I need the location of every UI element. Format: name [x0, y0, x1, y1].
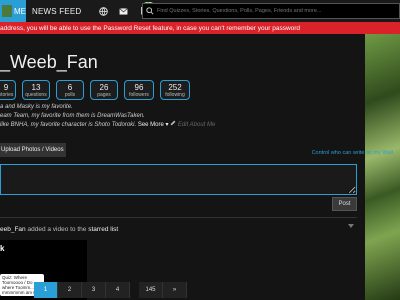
next-page-button[interactable]: » [163, 282, 187, 298]
bio-line: like BNHA, my favorite character is Shot… [0, 122, 137, 128]
activity-username[interactable]: eeb_Fan [0, 226, 26, 233]
stat-followers[interactable]: 96 followers [124, 80, 154, 100]
upload-label: Upload Photos / Videos [1, 147, 64, 153]
post-button[interactable]: Post [332, 197, 357, 211]
top-navbar: ME NEWS FEED 10 [0, 0, 400, 22]
page-3[interactable]: 3 [82, 282, 106, 298]
stat-number: 96 [134, 82, 144, 92]
activity-text: added a video to the [27, 226, 87, 233]
bio-line: a and Masky is my favorite. [0, 104, 73, 110]
stat-stories[interactable]: 9 stories [0, 80, 16, 100]
divider [0, 217, 357, 218]
wall-permissions-link[interactable]: Control who can write on my Wall [312, 150, 393, 156]
stat-number: 6 [67, 82, 73, 92]
profile-stats: 9 stories 13 questions 6 polls 26 pages … [0, 80, 190, 100]
user-avatar [2, 5, 12, 17]
edit-about-link[interactable]: Edit About Me [178, 122, 215, 128]
stat-number: 9 [3, 82, 9, 92]
stat-label: questions [25, 91, 47, 98]
cover-photo-strip [365, 34, 400, 300]
page-2[interactable]: 2 [58, 282, 82, 298]
chevron-down-icon[interactable] [348, 224, 354, 230]
wall-post-input[interactable] [0, 164, 357, 195]
alert-text: address, you will be able to use the Pas… [0, 24, 301, 32]
stat-questions[interactable]: 13 questions [22, 80, 50, 100]
page-145[interactable]: 145 [139, 282, 163, 298]
stat-label: following [165, 91, 185, 98]
me-label: ME [14, 6, 26, 16]
globe-icon[interactable] [93, 0, 113, 22]
about-me: a and Masky is my favorite. eam Team, my… [0, 103, 215, 130]
bio-line: eam Team, my favorite from them is Dream… [0, 112, 145, 119]
pagination: 1 2 3 4 145 » [34, 282, 187, 298]
activity-item: eeb_Fan added a video to the starred lis… [0, 226, 118, 233]
stat-label: polls [64, 91, 76, 98]
post-label: Post [338, 201, 351, 207]
stat-label: pages [97, 91, 111, 98]
pencil-icon[interactable] [170, 120, 178, 128]
stat-following[interactable]: 252 following [160, 80, 190, 100]
stat-label: followers [129, 91, 149, 98]
search-box[interactable] [142, 3, 400, 19]
password-alert-banner: address, you will be able to use the Pas… [0, 22, 400, 34]
stat-number: 13 [31, 82, 41, 92]
stat-label: stories [0, 91, 14, 98]
see-more-link[interactable]: See More ▾ [138, 122, 169, 128]
search-icon [146, 7, 154, 15]
me-button[interactable]: ME [0, 0, 26, 22]
page-1[interactable]: 1 [34, 282, 58, 298]
stat-pages[interactable]: 26 pages [90, 80, 118, 100]
pagination-gap [130, 282, 139, 298]
search-input[interactable] [157, 8, 397, 14]
messages-icon[interactable] [113, 0, 133, 22]
thumb-title: k [0, 244, 5, 253]
upload-photos-button[interactable]: Upload Photos / Videos [0, 143, 66, 157]
profile-username: _Weeb_Fan [0, 52, 98, 72]
starred-list-link[interactable]: starred list [88, 226, 118, 233]
news-feed-link[interactable]: NEWS FEED [32, 7, 81, 16]
stat-polls[interactable]: 6 polls [56, 80, 84, 100]
stat-number: 252 [168, 82, 182, 92]
stat-number: 26 [99, 82, 109, 92]
page-4[interactable]: 4 [106, 282, 130, 298]
